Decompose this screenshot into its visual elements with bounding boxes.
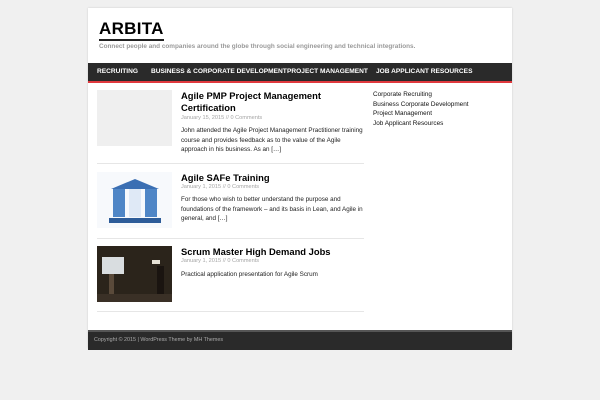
safe-pillar [145, 189, 157, 217]
main-navigation: RECRUITING BUSINESS & CORPORATE DEVELOPM… [88, 63, 512, 83]
post-comments-link[interactable]: 0 Comments [230, 115, 262, 121]
site-title[interactable]: ARBITA [99, 20, 164, 41]
sidebar-links: Corporate Recruiting Business Corporate … [373, 90, 503, 128]
post-comments-link[interactable]: 0 Comments [227, 258, 259, 264]
meta-separator: // [222, 258, 226, 264]
sidebar-item-corporate-recruiting[interactable]: Corporate Recruiting [373, 90, 503, 100]
post-item: Agile PMP Project Management Certificati… [97, 90, 364, 164]
post-comments-link[interactable]: 0 Comments [227, 184, 259, 190]
nav-item-business-corporate-development[interactable]: BUSINESS & CORPORATE DEVELOPMENT [151, 63, 287, 81]
presenter-figure [109, 274, 114, 294]
post-thumbnail-presentation-photo[interactable] [97, 246, 172, 302]
post-title[interactable]: Agile PMP Project Management Certificati… [181, 90, 361, 114]
page-wrapper: ARBITA Connect people and companies arou… [88, 8, 512, 350]
post-title[interactable]: Agile SAFe Training [181, 172, 361, 184]
post-title[interactable]: Scrum Master High Demand Jobs [181, 246, 361, 258]
sidebar-item-project-management[interactable]: Project Management [373, 109, 503, 119]
post-item: Agile SAFe Training January 1, 2015 // 0… [97, 172, 364, 239]
post-date: January 15, 2015 [181, 115, 225, 121]
post-meta: January 1, 2015 // 0 Comments [181, 258, 259, 264]
post-thumbnail-safe-diagram[interactable] [97, 172, 172, 228]
post-item: Scrum Master High Demand Jobs January 1,… [97, 246, 364, 312]
projector-screen [102, 257, 124, 274]
safe-pillar [113, 189, 125, 217]
nav-item-recruiting[interactable]: RECRUITING [97, 63, 138, 81]
nav-item-project-management[interactable]: PROJECT MANAGEMENT [287, 63, 368, 81]
post-meta: January 15, 2015 // 0 Comments [181, 115, 262, 121]
post-meta: January 1, 2015 // 0 Comments [181, 184, 259, 190]
site-footer: Copyright © 2015 | WordPress Theme by MH… [88, 330, 512, 350]
meta-separator: // [222, 184, 226, 190]
post-excerpt: For those who wish to better understand … [181, 196, 363, 223]
safe-roof-shape [111, 179, 159, 189]
stage-light [152, 260, 160, 264]
footer-copyright: Copyright © 2015 | WordPress Theme by MH… [94, 337, 224, 343]
presenter-figure [157, 266, 164, 296]
post-thumbnail-placeholder[interactable] [97, 90, 172, 146]
sidebar-item-job-applicant-resources[interactable]: Job Applicant Resources [373, 119, 503, 129]
stage-floor [97, 294, 172, 302]
site-tagline: Connect people and companies around the … [99, 43, 416, 50]
sidebar-item-business-corporate-development[interactable]: Business Corporate Development [373, 100, 503, 110]
post-date: January 1, 2015 [181, 258, 222, 264]
post-excerpt: Practical application presentation for A… [181, 271, 318, 278]
safe-pillar [129, 189, 141, 217]
safe-foundation [109, 218, 161, 223]
nav-item-job-applicant-resources[interactable]: JOB APPLICANT RESOURCES [376, 63, 472, 81]
post-excerpt: John attended the Agile Project Manageme… [181, 127, 363, 154]
post-date: January 1, 2015 [181, 184, 222, 190]
meta-separator: // [225, 115, 229, 121]
